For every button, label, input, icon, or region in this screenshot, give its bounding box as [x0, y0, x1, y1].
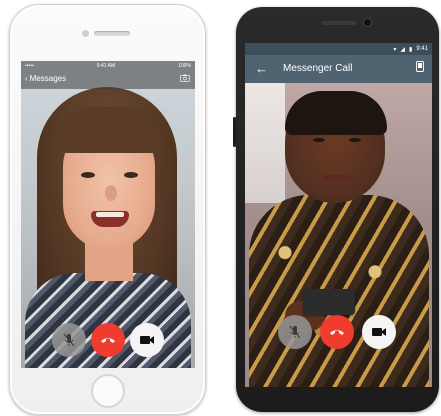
- signal-icon: ◢: [400, 46, 405, 53]
- video-icon: [372, 328, 386, 336]
- mute-button[interactable]: [52, 323, 86, 357]
- earpiece-speaker: [94, 31, 130, 36]
- remote-video-feed: [21, 61, 195, 368]
- switch-camera-icon[interactable]: [180, 74, 190, 84]
- page-title: Messenger Call: [283, 63, 353, 74]
- ios-status-bar: ••••• 9:41 AM 100%: [21, 61, 195, 71]
- phone-icon[interactable]: [416, 61, 424, 75]
- battery-icon: ▮: [409, 46, 413, 53]
- iphone-device: ••••• 9:41 AM 100% ‹ Messages: [9, 4, 206, 415]
- wifi-icon: ▾: [393, 46, 397, 53]
- end-call-icon: [101, 338, 115, 343]
- earpiece-speaker: [322, 21, 356, 25]
- ios-nav-bar: ‹ Messages: [21, 71, 195, 89]
- status-time: 9:41: [416, 46, 428, 52]
- end-call-icon: [330, 330, 344, 335]
- ios-screen: ••••• 9:41 AM 100% ‹ Messages: [21, 61, 195, 368]
- android-screen: ▾ ◢ ▮ 9:41 ← Messenger Call: [245, 43, 432, 387]
- end-call-button[interactable]: [320, 315, 354, 349]
- android-device: ▾ ◢ ▮ 9:41 ← Messenger Call: [233, 7, 439, 412]
- android-status-bar: ▾ ◢ ▮ 9:41: [245, 43, 432, 55]
- arrow-left-icon[interactable]: ←: [255, 61, 268, 76]
- status-time: 9:41 AM: [96, 63, 116, 69]
- home-button[interactable]: [91, 374, 125, 408]
- chevron-left-icon: ‹: [25, 74, 28, 83]
- video-toggle-button[interactable]: [130, 323, 164, 357]
- video-icon: [140, 336, 154, 344]
- battery-level: 100%: [178, 63, 191, 69]
- mute-button[interactable]: [278, 315, 312, 349]
- carrier-signal: •••••: [25, 63, 34, 69]
- video-toggle-button[interactable]: [362, 315, 396, 349]
- back-button[interactable]: ‹ Messages: [25, 74, 66, 83]
- mic-off-icon: [63, 333, 75, 347]
- back-label: Messages: [29, 74, 67, 83]
- end-call-button[interactable]: [91, 323, 125, 357]
- front-camera: [364, 19, 371, 26]
- front-camera: [82, 30, 89, 37]
- android-app-bar: ← Messenger Call: [245, 55, 432, 83]
- mic-off-icon: [289, 325, 301, 339]
